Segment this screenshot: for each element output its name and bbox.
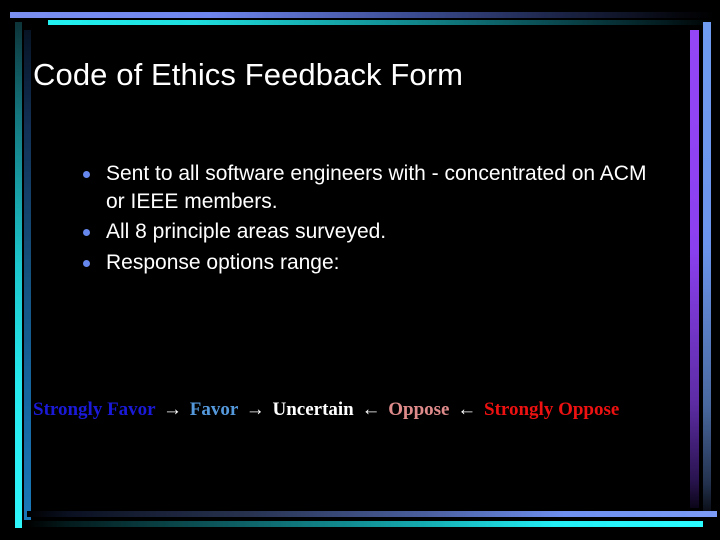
slide-title: Code of Ethics Feedback Form: [33, 56, 464, 92]
list-item: Response options range:: [76, 249, 656, 277]
bullet-dot-icon: [83, 260, 90, 268]
scale-option-favor: Favor: [189, 399, 238, 420]
frame-bottom-cyan-bar: [27, 521, 703, 527]
frame-left-blue-bar: [24, 30, 31, 520]
arrow-left-icon: ←: [457, 399, 477, 420]
arrow-right-icon: →: [245, 399, 265, 420]
list-item: Sent to all software engineers with - co…: [76, 160, 656, 215]
response-scale: Strongly Favor → Favor → Uncertain ← Opp…: [33, 399, 693, 421]
frame-top-blue-bar: [10, 12, 716, 18]
bullet-text: Response options range:: [106, 251, 340, 275]
scale-option-strongly-oppose: Strongly Oppose: [484, 399, 620, 420]
bullet-dot-icon: [83, 171, 90, 178]
scale-option-oppose: Oppose: [388, 399, 450, 420]
frame-top-cyan-bar: [48, 20, 716, 25]
frame-right-blue-bar: [703, 22, 711, 514]
bullet-dot-icon: [83, 229, 90, 237]
bullet-list: Sent to all software engineers with - co…: [76, 160, 656, 280]
list-item: All 8 principle areas surveyed.: [76, 218, 656, 246]
arrow-right-icon: →: [163, 399, 183, 420]
frame-right-purple-bar: [690, 30, 699, 508]
scale-option-strongly-favor: Strongly Favor: [33, 399, 156, 420]
bullet-text: Sent to all software engineers with - co…: [106, 162, 647, 213]
frame-left-cyan-bar: [15, 22, 22, 528]
bullet-text: All 8 principle areas surveyed.: [106, 220, 387, 244]
frame-bottom-blue-bar: [27, 511, 717, 517]
slide-canvas: Code of Ethics Feedback Form Sent to all…: [0, 0, 720, 540]
scale-option-uncertain: Uncertain: [272, 399, 354, 420]
arrow-left-icon: ←: [361, 399, 381, 420]
